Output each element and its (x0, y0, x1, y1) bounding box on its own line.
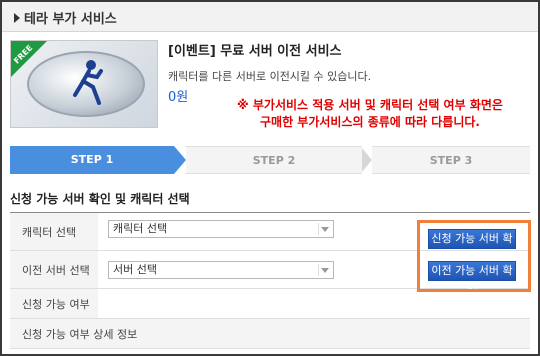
step-2: STEP 2 (186, 146, 362, 174)
section-title: 신청 가능 서버 확인 및 캐릭터 선택 (10, 192, 190, 206)
product-thumbnail: FREE (10, 40, 158, 128)
page-header: 테라 부가 서비스 (2, 2, 538, 32)
form-row-eligibility: 신청 가능 여부 (10, 289, 530, 319)
form-row-eligibility-detail: 신청 가능 여부 상세 정보 (10, 319, 530, 349)
step-2-arrow (362, 148, 372, 172)
eligibility-label: 신청 가능 여부 (10, 289, 98, 318)
chevron-down-icon (321, 268, 329, 273)
triangle-bullet-icon (14, 13, 20, 23)
eligibility-detail-label: 신청 가능 여부 상세 정보 (10, 319, 530, 348)
step-indicator: STEP 1 STEP 2 STEP 3 (10, 146, 530, 174)
step-1: STEP 1 (10, 146, 174, 174)
step-3: STEP 3 (372, 146, 530, 174)
page-title: 테라 부가 서비스 (24, 12, 117, 27)
product-price: 0원 (168, 90, 189, 105)
eligibility-value (98, 289, 530, 318)
chevron-down-icon (321, 227, 329, 232)
product-title: [이벤트] 무료 서버 이전 서비스 (168, 44, 342, 59)
notice-line-2: 구매한 부가서비스의 종류에 따라 다릅니다. (260, 115, 480, 129)
notice-line-1: ※ 부가서비스 적용 서버 및 캐릭터 선택 여부 화면은 (237, 98, 503, 112)
server-select[interactable]: 서버 선택 (108, 261, 334, 279)
product-description: 캐릭터를 다른 서버로 이전시킬 수 있습니다. (168, 70, 372, 83)
server-select-value: 서버 선택 (113, 263, 157, 276)
character-select-label: 캐릭터 선택 (10, 213, 98, 250)
button-highlight-box (417, 220, 531, 292)
step-1-arrow (174, 146, 186, 174)
character-select-value: 캐릭터 선택 (113, 222, 168, 235)
character-select[interactable]: 캐릭터 선택 (108, 220, 334, 238)
notice-text: ※ 부가서비스 적용 서버 및 캐릭터 선택 여부 화면은 구매한 부가서비스의… (210, 97, 530, 131)
server-select-label: 이전 서버 선택 (10, 251, 98, 288)
running-person-icon (73, 60, 103, 105)
